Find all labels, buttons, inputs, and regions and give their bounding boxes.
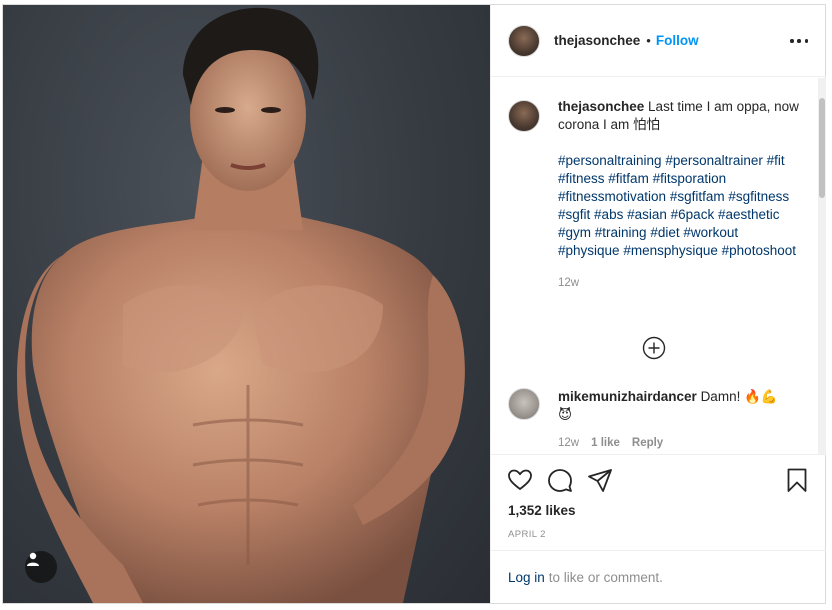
hashtag-link[interactable]: #asian — [627, 207, 667, 222]
login-link[interactable]: Log in — [508, 570, 545, 585]
heart-icon[interactable] — [507, 467, 533, 493]
post-header: thejasonchee • Follow — [491, 5, 826, 77]
login-prompt: Log in to like or comment. — [491, 550, 826, 603]
hashtag-link[interactable]: #sgfit — [558, 207, 590, 222]
hashtag-link[interactable]: #workout — [683, 225, 738, 240]
hashtag-link[interactable]: #fitfam — [608, 171, 649, 186]
comment-likes[interactable]: 1 like — [591, 434, 620, 452]
post-side-panel: thejasonchee • Follow thejasonchee Last … — [490, 5, 826, 603]
caption: thejasonchee Last time I am oppa, now co… — [508, 98, 803, 292]
reply-button[interactable]: Reply — [632, 434, 663, 452]
hashtag-link[interactable]: #physique — [558, 243, 620, 258]
hashtag-link[interactable]: #fitsporation — [653, 171, 727, 186]
comment-time[interactable]: 12w — [558, 434, 579, 452]
hashtag-link[interactable]: #fit — [767, 153, 785, 168]
comments-list[interactable]: thejasonchee Last time I am oppa, now co… — [491, 78, 826, 454]
hashtag-link[interactable]: #fitness — [558, 171, 605, 186]
hashtag-link[interactable]: #personaltraining — [558, 153, 662, 168]
likes-count[interactable]: 1,352 likes — [508, 503, 576, 518]
hashtag-link[interactable]: #diet — [650, 225, 679, 240]
hashtag-link[interactable]: #mensphysique — [623, 243, 718, 258]
user-tag-icon — [27, 552, 39, 566]
comment-item: mikemunizhairdancer Damn! 🔥💪 😈 12w 1 lik… — [508, 388, 803, 452]
caption-time[interactable]: 12w — [558, 274, 803, 292]
avatar[interactable] — [508, 388, 540, 420]
comment-icon[interactable] — [547, 467, 573, 493]
avatar[interactable] — [508, 24, 540, 57]
hashtag-link[interactable]: #personaltrainer — [665, 153, 763, 168]
hashtag-link[interactable]: #abs — [594, 207, 623, 222]
post-date[interactable]: APRIL 2 — [508, 529, 546, 540]
avatar[interactable] — [508, 100, 540, 132]
hashtag-link[interactable]: #fitnessmotivation — [558, 189, 666, 204]
hashtag-link[interactable]: #training — [595, 225, 647, 240]
share-icon[interactable] — [587, 467, 613, 493]
post-photo[interactable] — [3, 5, 490, 603]
scrollbar-thumb[interactable] — [819, 98, 825, 198]
photo-illustration — [17, 7, 465, 603]
hashtag-list: #personaltraining #personaltrainer #fit … — [558, 152, 803, 260]
hashtag-link[interactable]: #aesthetic — [718, 207, 780, 222]
comment-username[interactable]: mikemunizhairdancer — [558, 389, 697, 404]
caption-username[interactable]: thejasonchee — [558, 99, 644, 114]
plus-circle-icon[interactable] — [642, 336, 666, 360]
header-username[interactable]: thejasonchee — [554, 33, 640, 48]
post-actions: 1,352 likes APRIL 2 — [491, 454, 826, 550]
scrollbar-track[interactable] — [818, 78, 826, 454]
hashtag-link[interactable]: #gym — [558, 225, 591, 240]
follow-button[interactable]: Follow — [656, 33, 699, 48]
post-container: thejasonchee • Follow thejasonchee Last … — [2, 4, 826, 604]
hashtag-link[interactable]: #sgfitness — [728, 189, 789, 204]
login-prompt-text: to like or comment. — [548, 569, 663, 585]
hashtag-link[interactable]: #sgfitfam — [670, 189, 725, 204]
comment-emoji-line: 😈 — [558, 407, 573, 422]
comment-text: Damn! 🔥💪 — [700, 389, 778, 404]
user-tag-button[interactable] — [25, 551, 57, 583]
hashtag-link[interactable]: #6pack — [671, 207, 715, 222]
more-options-icon[interactable] — [790, 32, 808, 50]
separator-dot: • — [646, 33, 651, 48]
hashtag-link[interactable]: #photoshoot — [722, 243, 796, 258]
bookmark-icon[interactable] — [784, 467, 810, 493]
